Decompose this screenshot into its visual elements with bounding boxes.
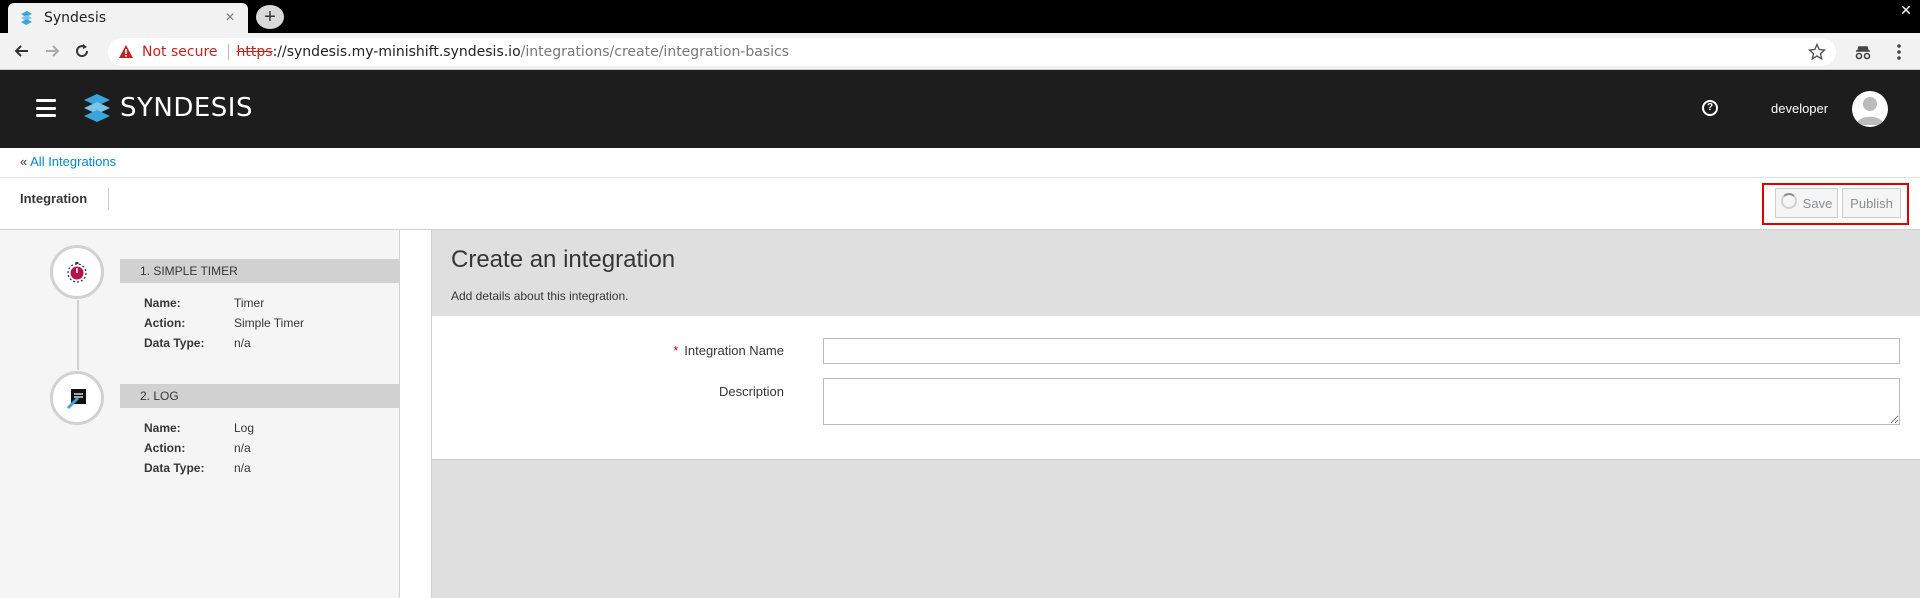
prop-value: n/a	[234, 441, 251, 455]
syndesis-logo-icon	[84, 94, 110, 122]
breadcrumb-prefix: «	[20, 154, 28, 169]
main-heading: Create an integration	[451, 246, 676, 273]
avatar[interactable]	[1852, 91, 1888, 127]
breadcrumb: « All Integrations	[20, 154, 116, 169]
description-textarea[interactable]	[823, 378, 1900, 425]
brand-name: SYNDESIS	[120, 93, 253, 123]
integration-name-input[interactable]	[823, 338, 1900, 364]
hamburger-menu-icon[interactable]	[36, 99, 56, 117]
browser-tab-bar: Syndesis × + ✕	[0, 0, 1920, 33]
step-2-datatype-row: Data Type: n/a	[144, 461, 251, 475]
bookmark-star-icon[interactable]	[1808, 43, 1826, 61]
prop-value: Simple Timer	[234, 316, 305, 330]
prop-key: Data Type:	[144, 336, 205, 350]
description-label: Description	[718, 384, 784, 399]
forward-icon[interactable]	[37, 36, 67, 66]
new-tab-button[interactable]: +	[256, 5, 284, 29]
tab-title: Syndesis	[44, 10, 107, 26]
step-1-heading[interactable]: 1. SIMPLE TIMER	[120, 259, 400, 283]
prop-key: Name:	[144, 421, 181, 435]
step-1-circle[interactable]	[50, 245, 104, 299]
save-button-label: Save	[1802, 195, 1833, 211]
window-close-icon[interactable]: ✕	[1898, 2, 1914, 18]
brand-logo[interactable]: SYNDESIS	[82, 92, 253, 124]
loading-spinner-icon	[1780, 193, 1797, 209]
browser-menu-icon[interactable]	[1888, 41, 1910, 63]
step-2-action-row: Action: n/a	[144, 441, 251, 455]
save-button[interactable]: Save	[1775, 188, 1838, 218]
step-1-name-row: Name: Timer	[144, 296, 264, 310]
url-path: /integrations/create/integration-basics	[520, 44, 790, 60]
prop-value: Timer	[234, 296, 265, 310]
help-icon[interactable]: ?	[1702, 100, 1718, 116]
required-marker: *	[673, 343, 679, 358]
step-2-heading[interactable]: 2. LOG	[120, 384, 400, 408]
all-integrations-link[interactable]: All Integrations	[30, 154, 116, 169]
app-header: SYNDESIS ? developer	[0, 70, 1920, 148]
step-1-action-row: Action: Simple Timer	[144, 316, 304, 330]
syndesis-favicon-icon	[21, 11, 32, 25]
warning-icon	[119, 45, 133, 58]
back-icon[interactable]	[7, 36, 37, 66]
page-title: Integration	[20, 191, 88, 206]
step-2-circle[interactable]	[50, 371, 104, 425]
timer-icon	[67, 262, 87, 283]
step-1-datatype-row: Data Type: n/a	[144, 336, 251, 350]
prop-value: n/a	[234, 336, 251, 350]
prop-key: Action:	[144, 441, 186, 455]
reload-icon[interactable]	[67, 36, 97, 66]
user-menu[interactable]: developer	[1771, 101, 1828, 116]
integration-name-label-text: Integration Name	[684, 343, 784, 358]
step-2-name-row: Name: Log	[144, 421, 254, 435]
divider	[108, 188, 109, 210]
step-connector	[77, 300, 79, 370]
tab-close-icon[interactable]: ×	[222, 9, 238, 27]
prop-key: Data Type:	[144, 461, 205, 475]
browser-tab[interactable]: Syndesis ×	[8, 3, 248, 33]
main-subtitle: Add details about this integration.	[451, 289, 629, 303]
url-host: ://syndesis.my-minishift.syndesis.io	[272, 44, 521, 60]
integration-name-label: * Integration Name	[580, 343, 784, 358]
incognito-extension-icon[interactable]	[1852, 41, 1874, 63]
prop-value: Log	[234, 421, 255, 435]
log-icon	[67, 389, 86, 409]
divider	[0, 177, 1920, 178]
not-secure-label: Not secure	[142, 44, 218, 60]
prop-key: Name:	[144, 296, 181, 310]
prop-value: n/a	[234, 461, 251, 475]
url-field[interactable]: Not secure https ://syndesis.my-minishif…	[108, 38, 1836, 66]
browser-address-bar: Not secure https ://syndesis.my-minishif…	[0, 33, 1920, 70]
publish-button[interactable]: Publish	[1842, 188, 1901, 218]
url-separator	[227, 44, 229, 60]
prop-key: Action:	[144, 316, 186, 330]
url-scheme: https	[236, 44, 273, 60]
